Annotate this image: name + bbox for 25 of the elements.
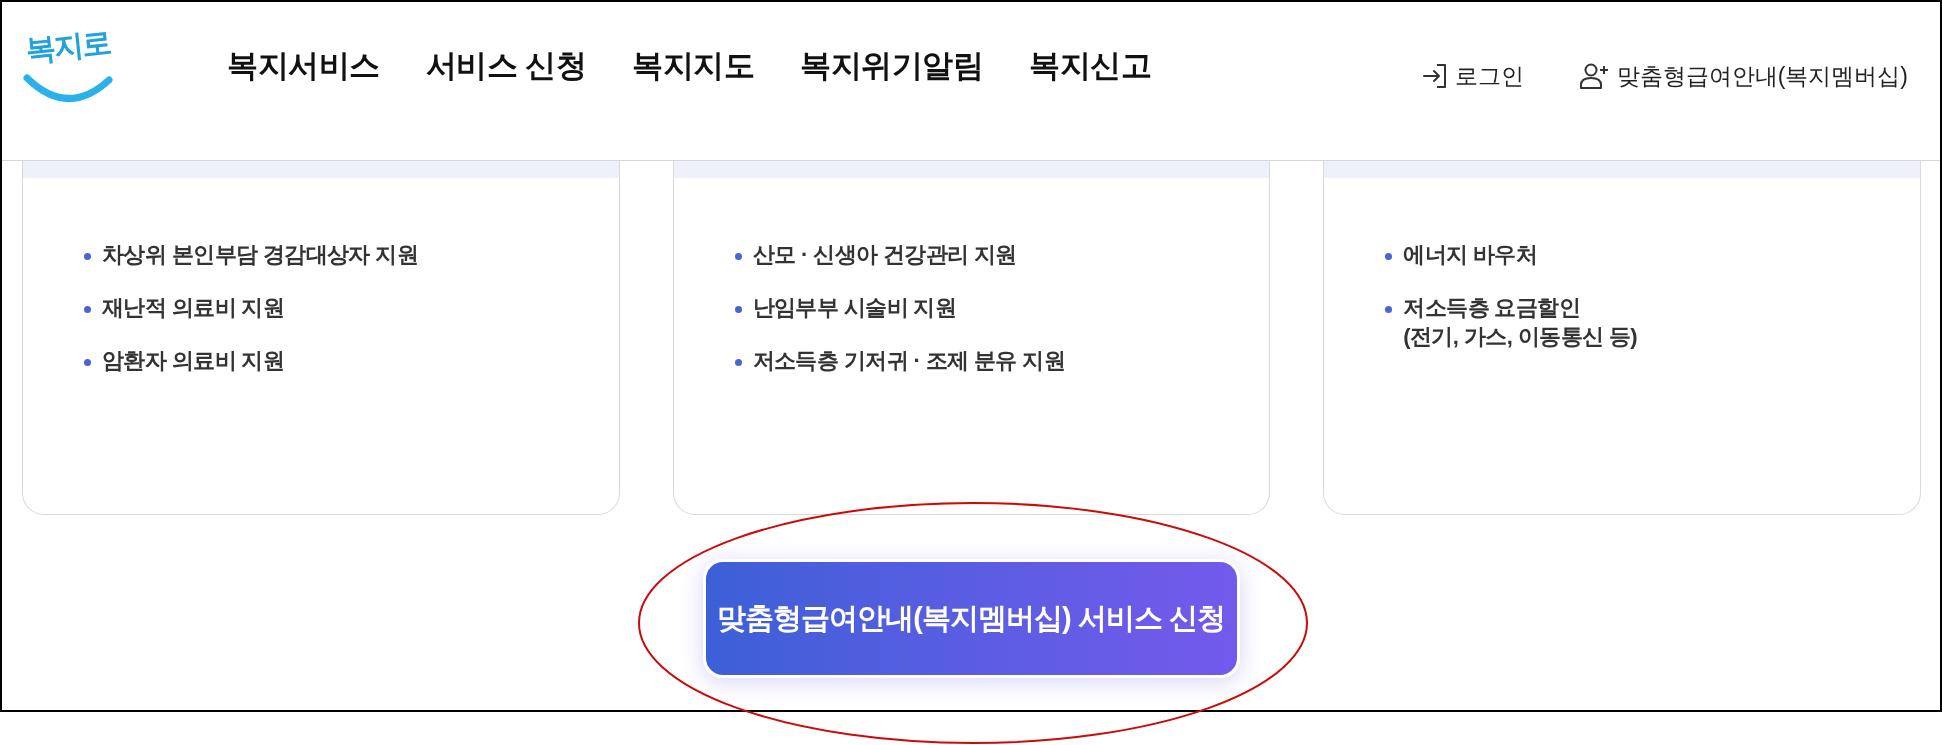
bullet-icon <box>734 359 742 366</box>
service-link[interactable]: 난임부부 시술비 지원 <box>752 293 957 322</box>
nav-link[interactable]: 복지서비스 <box>227 46 380 86</box>
user-plus-icon <box>1579 63 1609 89</box>
service-link[interactable]: 차상위 본인부담 경감대상자 지원 <box>102 240 419 269</box>
login-link[interactable]: 로그인 <box>1421 60 1524 92</box>
nav-link[interactable]: 복지위기알림 <box>800 46 984 86</box>
bullet-icon <box>1385 253 1393 260</box>
nav-link[interactable]: 복지신고 <box>1029 46 1152 86</box>
service-link[interactable]: 산모 · 신생아 건강관리 지원 <box>752 240 1017 269</box>
bullet-icon <box>84 306 91 313</box>
service-link[interactable]: 저소득층 요금할인 (전기, 가스, 이동통신 등) <box>1403 293 1637 351</box>
service-link[interactable]: 암환자 의료비 지원 <box>102 346 285 375</box>
bullet-icon <box>734 306 742 313</box>
service-link[interactable]: 저소득층 기저귀 · 조제 분유 지원 <box>752 346 1066 375</box>
bullet-icon <box>84 359 91 366</box>
service-link[interactable]: 재난적 의료비 지원 <box>102 293 285 322</box>
login-icon <box>1421 63 1447 89</box>
bullet-icon <box>734 253 742 260</box>
bullet-icon <box>1385 306 1393 313</box>
membership-link[interactable]: 맞춤형급여안내(복지멤버십) <box>1579 60 1908 92</box>
nav-link[interactable]: 복지지도 <box>632 46 755 86</box>
nav-link[interactable]: 서비스 신청 <box>425 46 587 86</box>
bullet-icon <box>84 253 91 260</box>
service-link[interactable]: 에너지 바우처 <box>1403 240 1538 269</box>
